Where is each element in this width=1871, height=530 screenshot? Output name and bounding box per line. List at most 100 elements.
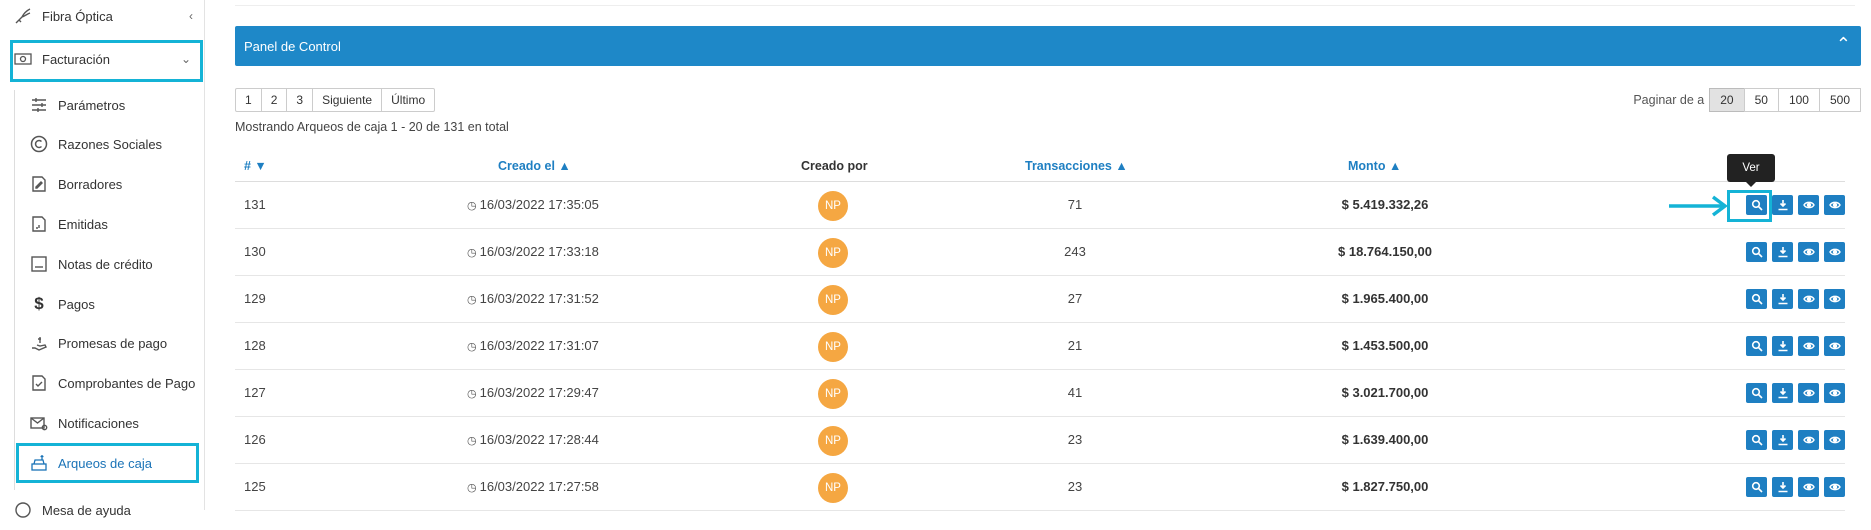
download-button[interactable]: [1772, 430, 1793, 450]
copyright-icon: [28, 133, 50, 155]
eye-icon: [1802, 483, 1815, 491]
row-date: ◷ 16/03/2022 17:27:58: [467, 479, 647, 494]
row-amount: $ 1.453.500,00: [1341, 338, 1429, 353]
preview-button[interactable]: [1798, 383, 1819, 403]
view-button[interactable]: [1746, 242, 1767, 262]
col-tx-header[interactable]: Transacciones ▲: [1025, 159, 1128, 173]
sidebar-item-mesa[interactable]: Mesa de ayuda: [0, 490, 205, 530]
clock-icon: ◷: [467, 482, 477, 494]
sidebar-item-notas[interactable]: Notas de crédito: [0, 244, 205, 284]
per-page-20-button[interactable]: 20: [1709, 88, 1745, 112]
preview-button[interactable]: [1798, 336, 1819, 356]
view-button[interactable]: [1746, 477, 1767, 497]
row-actions: [1741, 242, 1845, 262]
download-button[interactable]: [1772, 289, 1793, 309]
last-page-button[interactable]: Último: [381, 88, 436, 112]
view-button[interactable]: [1746, 383, 1767, 403]
sidebar-item-label: Mesa de ayuda: [42, 502, 131, 518]
sidebar-item-notificaciones[interactable]: Notificaciones: [0, 403, 205, 443]
sidebar-item-pagos[interactable]: $ Pagos: [0, 284, 205, 324]
download-icon: [1778, 482, 1787, 493]
eye-icon: [1802, 342, 1815, 350]
preview-alt-button[interactable]: [1824, 289, 1845, 309]
row-date: ◷ 16/03/2022 17:29:47: [467, 385, 647, 400]
sliders-icon: [28, 94, 50, 116]
dollar-icon: $: [34, 294, 44, 313]
row-actions: [1741, 477, 1845, 497]
table-row: 128 ◷ 16/03/2022 17:31:07 NP 21 $ 1.453.5…: [235, 323, 1845, 370]
table-row: 126 ◷ 16/03/2022 17:28:44 NP 23 $ 1.639.4…: [235, 417, 1845, 464]
preview-alt-button[interactable]: [1824, 195, 1845, 215]
download-button[interactable]: [1772, 383, 1793, 403]
download-button[interactable]: [1772, 477, 1793, 497]
preview-button[interactable]: [1798, 242, 1819, 262]
row-date-text: 16/03/2022 17:28:44: [479, 432, 599, 447]
preview-button[interactable]: [1798, 430, 1819, 450]
col-id-header[interactable]: # ▼: [244, 159, 267, 173]
view-button[interactable]: [1746, 289, 1767, 309]
preview-button[interactable]: [1798, 477, 1819, 497]
avatar: NP: [818, 473, 848, 503]
sidebar-item-parametros[interactable]: Parámetros: [0, 85, 205, 125]
view-button[interactable]: [1746, 336, 1767, 356]
sidebar-item-fibra[interactable]: Fibra Óptica ‹: [0, 0, 205, 36]
row-id: 130: [244, 244, 266, 259]
row-amount: $ 1.827.750,00: [1341, 479, 1429, 494]
sidebar-item-razones[interactable]: Razones Sociales: [0, 124, 205, 164]
chevron-up-icon[interactable]: ⌃: [1836, 34, 1851, 55]
panel-header[interactable]: Panel de Control ⌃: [235, 26, 1861, 66]
col-amount-header[interactable]: Monto ▲: [1348, 159, 1401, 173]
preview-alt-button[interactable]: [1824, 477, 1845, 497]
sidebar-item-emitidas[interactable]: Emitidas: [0, 204, 205, 244]
credit-note-icon: [28, 253, 50, 275]
row-created-by: NP: [818, 332, 848, 362]
sidebar-item-comprobantes[interactable]: Comprobantes de Pago: [0, 363, 205, 403]
page-3-button[interactable]: 3: [286, 88, 314, 112]
row-actions: [1741, 430, 1845, 450]
eye-icon: [1828, 483, 1841, 491]
per-page-50-button[interactable]: 50: [1743, 88, 1779, 112]
search-icon: [1751, 434, 1763, 446]
row-date-text: 16/03/2022 17:33:18: [479, 244, 599, 259]
row-id: 128: [244, 338, 266, 353]
per-page-100-button[interactable]: 100: [1777, 88, 1820, 112]
page-2-button[interactable]: 2: [260, 88, 288, 112]
table-header: # ▼ Creado el ▲ Creado por Transacciones…: [235, 150, 1845, 182]
sidebar-item-promesas[interactable]: Promesas de pago: [0, 323, 205, 363]
preview-button[interactable]: [1798, 195, 1819, 215]
preview-alt-button[interactable]: [1824, 383, 1845, 403]
search-icon: [1751, 293, 1763, 305]
page-1-button[interactable]: 1: [235, 88, 262, 112]
download-icon: [1778, 435, 1787, 446]
search-icon: [1751, 481, 1763, 493]
row-date-text: 16/03/2022 17:31:52: [479, 291, 599, 306]
download-button[interactable]: [1772, 242, 1793, 262]
row-date: ◷ 16/03/2022 17:33:18: [467, 244, 647, 259]
chevron-left-icon[interactable]: ‹: [189, 9, 193, 23]
view-button[interactable]: [1746, 430, 1767, 450]
download-button[interactable]: [1772, 336, 1793, 356]
preview-button[interactable]: [1798, 289, 1819, 309]
preview-alt-button[interactable]: [1824, 242, 1845, 262]
preview-alt-button[interactable]: [1824, 336, 1845, 356]
eye-icon: [1802, 436, 1815, 444]
clock-icon: ◷: [467, 435, 477, 447]
sidebar-item-label: Emitidas: [58, 216, 108, 232]
table-row: 129 ◷ 16/03/2022 17:31:52 NP 27 $ 1.965.4…: [235, 276, 1845, 323]
eye-icon: [1828, 201, 1841, 209]
row-transactions: 21: [1067, 338, 1083, 353]
sidebar-item-label: Fibra Óptica: [42, 8, 113, 24]
clock-icon: ◷: [467, 200, 477, 212]
eye-icon: [1828, 342, 1841, 350]
row-amount: $ 1.639.400,00: [1341, 432, 1429, 447]
download-button[interactable]: [1772, 195, 1793, 215]
sidebar-item-borradores[interactable]: Borradores: [0, 164, 205, 204]
next-page-button[interactable]: Siguiente: [312, 88, 383, 112]
preview-alt-button[interactable]: [1824, 430, 1845, 450]
row-created-by: NP: [818, 191, 848, 221]
col-created-header[interactable]: Creado el ▲: [498, 159, 571, 173]
sidebar-item-label: Parámetros: [58, 97, 126, 113]
download-icon: [1778, 341, 1787, 352]
per-page-500-button[interactable]: 500: [1818, 88, 1861, 112]
avatar: NP: [818, 332, 848, 362]
